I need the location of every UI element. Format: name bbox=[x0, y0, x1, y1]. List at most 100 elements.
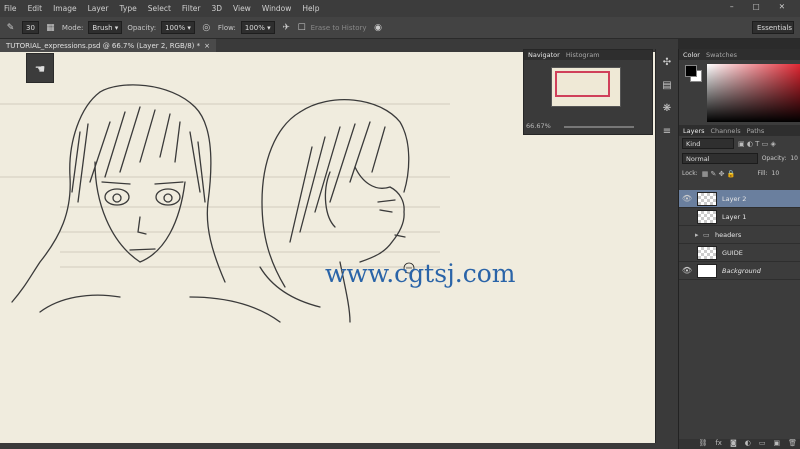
tab-navigator[interactable]: Navigator bbox=[528, 51, 560, 59]
fill-value[interactable]: 10 bbox=[772, 170, 780, 177]
erase-history-label: Erase to History bbox=[310, 23, 367, 32]
expand-arrow-icon[interactable]: ▸ bbox=[695, 231, 703, 239]
floating-tool-palette: ☚ bbox=[26, 53, 54, 83]
workspace-select[interactable]: Essentials bbox=[752, 21, 794, 34]
layer-filter-row: Kind ▣ ◐ T ▭ ◈ bbox=[679, 136, 800, 151]
menu-type[interactable]: Type bbox=[120, 4, 137, 13]
brush-size-value: 30 bbox=[26, 23, 35, 32]
mode-label: Mode: bbox=[61, 23, 84, 32]
flow-label: Flow: bbox=[217, 23, 236, 32]
navigator-thumbnail[interactable] bbox=[551, 67, 621, 107]
minimize-icon[interactable]: – bbox=[730, 2, 734, 11]
guide-lines bbox=[0, 103, 450, 268]
layer-name: Layer 1 bbox=[722, 212, 747, 221]
watermark-text: www.cgtsj.com bbox=[325, 259, 516, 288]
mode-value: Brush bbox=[92, 23, 113, 32]
blend-value: Normal bbox=[686, 154, 710, 163]
mask-icon[interactable]: ◙ bbox=[730, 439, 737, 449]
adjustments-icon[interactable]: ≡ bbox=[659, 124, 675, 138]
tab-histogram[interactable]: Histogram bbox=[566, 51, 600, 59]
layer-thumbnail bbox=[697, 263, 717, 278]
blend-mode-select[interactable]: Normal bbox=[682, 153, 758, 164]
mode-select[interactable]: Brush ▾ bbox=[88, 21, 123, 34]
menu-window[interactable]: Window bbox=[262, 4, 292, 13]
fx-icon[interactable]: fx bbox=[715, 439, 722, 449]
navigator-tabs: Navigator Histogram bbox=[524, 50, 652, 60]
layers-footer: ⛓ fx ◙ ◐ ▭ ▣ 🗑 bbox=[679, 439, 800, 449]
kind-value: Kind bbox=[686, 139, 701, 148]
pressure-size-icon[interactable]: ◉ bbox=[372, 21, 385, 34]
eye-icon[interactable]: 👁 bbox=[679, 266, 695, 275]
blend-row: Normal Opacity: 10 bbox=[679, 151, 800, 166]
menu-3d[interactable]: 3D bbox=[211, 4, 222, 13]
layer-row[interactable]: Layer 1 bbox=[679, 208, 800, 226]
layers-tabs: Layers Channels Paths bbox=[679, 125, 800, 136]
eye-icon[interactable]: 👁 bbox=[679, 194, 695, 203]
flow-field[interactable]: 100% ▾ bbox=[240, 21, 275, 34]
filter-icons[interactable]: ▣ ◐ T ▭ ◈ bbox=[738, 140, 776, 148]
new-layer-icon[interactable]: ▣ bbox=[773, 439, 780, 449]
layer-thumbnail bbox=[697, 245, 717, 260]
layer-row[interactable]: 👁 Layer 2 bbox=[679, 190, 800, 208]
lock-row: Lock: ▦ ✎ ✥ 🔒 Fill: 10 bbox=[679, 166, 800, 181]
lock-icons[interactable]: ▦ ✎ ✥ 🔒 bbox=[702, 170, 736, 178]
brush-settings-icon[interactable]: ❋ bbox=[659, 101, 675, 115]
status-bar bbox=[0, 443, 678, 449]
tab-swatches[interactable]: Swatches bbox=[706, 51, 737, 59]
brush-panel-icon[interactable]: ▦ bbox=[44, 21, 57, 34]
trash-icon[interactable]: 🗑 bbox=[788, 439, 797, 449]
close-tab-icon[interactable]: × bbox=[204, 42, 210, 50]
close-icon[interactable]: ✕ bbox=[779, 2, 785, 11]
menu-layer[interactable]: Layer bbox=[88, 4, 109, 13]
opacity-label: Opacity: bbox=[127, 23, 157, 32]
brush-size-picker[interactable]: 30 bbox=[22, 21, 39, 34]
menu-bar: File Edit Image Layer Type Select Filter… bbox=[0, 0, 800, 17]
foreground-color-swatch-top[interactable] bbox=[685, 65, 697, 77]
tab-channels[interactable]: Channels bbox=[711, 127, 741, 135]
folder-icon: ▭ bbox=[703, 230, 710, 239]
pressure-opacity-icon[interactable]: ◎ bbox=[200, 21, 213, 34]
adjustment-layer-icon[interactable]: ◐ bbox=[745, 439, 751, 449]
layer-opacity-label: Opacity: bbox=[761, 155, 787, 162]
layer-row[interactable]: 👁 Background bbox=[679, 262, 800, 280]
menu-edit[interactable]: Edit bbox=[28, 4, 43, 13]
brush-presets-icon[interactable]: ✣ bbox=[659, 55, 675, 69]
profile-face-sketch bbox=[259, 99, 410, 323]
opacity-field[interactable]: 100% ▾ bbox=[161, 21, 195, 34]
hand-tool-icon[interactable]: ☚ bbox=[27, 62, 53, 76]
front-face-sketch bbox=[11, 84, 281, 323]
navigator-zoom-value[interactable]: 66.67% bbox=[526, 122, 551, 130]
erase-history-checkbox[interactable]: ☐ bbox=[298, 21, 306, 34]
layer-thumbnail bbox=[697, 191, 717, 206]
workspace-value: Essentials bbox=[757, 23, 793, 32]
layer-row[interactable]: GUIDE bbox=[679, 244, 800, 262]
tab-color[interactable]: Color bbox=[683, 51, 700, 59]
link-layers-icon[interactable]: ⛓ bbox=[698, 439, 707, 449]
menu-select[interactable]: Select bbox=[148, 4, 171, 13]
maximize-icon[interactable]: □ bbox=[753, 2, 760, 11]
airbrush-icon[interactable]: ✈ bbox=[280, 21, 293, 34]
menu-file[interactable]: File bbox=[4, 4, 17, 13]
navigator-view-box[interactable] bbox=[555, 71, 610, 97]
tab-layers[interactable]: Layers bbox=[683, 127, 705, 135]
layer-group-row[interactable]: ▸ ▭ headers bbox=[679, 226, 800, 244]
menu-filter[interactable]: Filter bbox=[182, 4, 201, 13]
layer-name: GUIDE bbox=[722, 248, 743, 257]
navigator-panel: Navigator Histogram 66.67% bbox=[523, 49, 653, 135]
menu-image[interactable]: Image bbox=[53, 4, 77, 13]
brush-tool-icon[interactable]: ✎ bbox=[4, 21, 17, 34]
document-tab[interactable]: TUTORIAL_expressions.psd @ 66.7% (Layer … bbox=[0, 39, 216, 52]
color-picker-field[interactable] bbox=[707, 64, 800, 122]
tool-presets-icon[interactable]: ▤ bbox=[659, 78, 675, 92]
tab-paths[interactable]: Paths bbox=[747, 127, 765, 135]
new-group-icon[interactable]: ▭ bbox=[759, 439, 766, 449]
lock-label: Lock: bbox=[682, 170, 698, 177]
layer-thumbnail bbox=[697, 209, 717, 224]
layer-name: headers bbox=[715, 230, 742, 239]
menu-help[interactable]: Help bbox=[302, 4, 319, 13]
layer-name: Background bbox=[722, 266, 761, 275]
menu-view[interactable]: View bbox=[233, 4, 251, 13]
layer-opacity-value[interactable]: 10 bbox=[790, 155, 798, 162]
layer-kind-select[interactable]: Kind bbox=[682, 138, 734, 149]
navigator-zoom-slider[interactable] bbox=[564, 126, 634, 128]
